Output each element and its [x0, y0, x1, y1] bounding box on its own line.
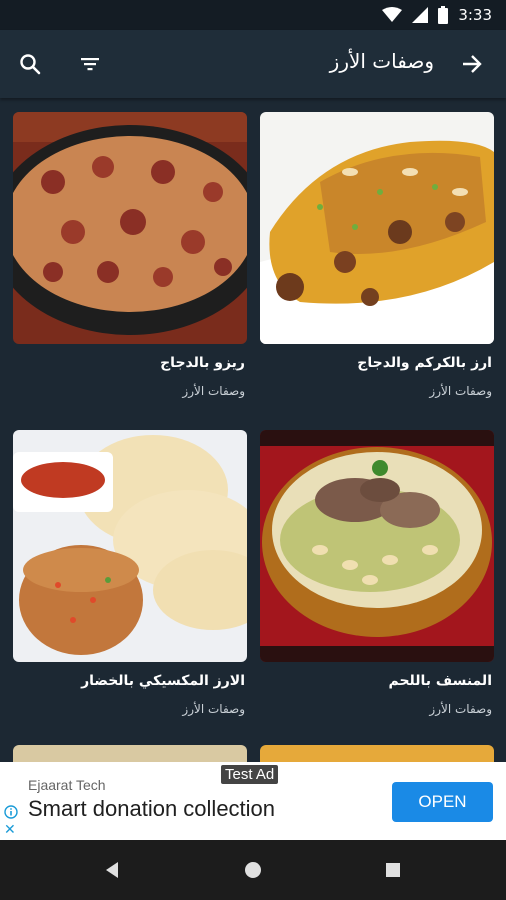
search-button[interactable]	[14, 48, 46, 80]
recipe-category: وصفات الأرز	[182, 384, 245, 398]
ad-advertiser: Ejaarat Tech	[28, 777, 106, 793]
status-icons: 3:33	[382, 5, 492, 25]
ad-headline: Smart donation collection	[28, 796, 276, 821]
recipe-title: الارز المكسيكي بالخضار	[81, 673, 245, 689]
recipe-title: المنسف باللحم	[388, 673, 492, 689]
battery-icon	[438, 6, 449, 24]
wifi-icon	[382, 7, 403, 22]
filter-icon	[81, 58, 99, 71]
circle-home-icon	[245, 862, 261, 878]
search-icon	[20, 54, 41, 75]
mansaf-meat-photo	[260, 430, 494, 662]
mexican-rice-vegetables-photo	[13, 430, 247, 662]
recipe-card[interactable]: ريزو بالدجاج وصفات الأرز	[13, 112, 247, 398]
recipe-category: وصفات الأرز	[429, 702, 492, 716]
app-bar: وصفات الأرز	[0, 30, 506, 98]
triangle-back-icon	[106, 862, 118, 878]
turmeric-rice-chicken-photo	[260, 112, 494, 344]
page-title: وصفات الأرز	[329, 49, 434, 73]
filter-button[interactable]	[74, 48, 106, 80]
status-bar: 3:33	[0, 0, 506, 30]
recipe-card[interactable]: الارز المكسيكي بالخضار وصفات الأرز	[13, 430, 247, 716]
nav-recents-button[interactable]	[381, 858, 405, 882]
recipe-category: وصفات الأرز	[182, 702, 245, 716]
open-button[interactable]: OPEN	[392, 782, 493, 822]
info-icon[interactable]	[4, 805, 18, 819]
cellular-signal-icon	[412, 7, 429, 23]
chicken-risotto-photo	[13, 112, 247, 344]
nav-home-button[interactable]	[241, 858, 265, 882]
recipe-title: ريزو بالدجاج	[160, 355, 245, 371]
square-recents-icon	[386, 863, 400, 877]
test-ad-badge: Test Ad	[221, 765, 279, 784]
back-button[interactable]	[456, 48, 488, 80]
recipe-category: وصفات الأرز	[429, 384, 492, 398]
arrow-right-icon	[463, 55, 482, 73]
recipe-title: ارز بالكركم والدجاج	[357, 355, 492, 371]
navigation-bar	[0, 840, 506, 900]
close-icon[interactable]: ✕	[4, 822, 16, 836]
nav-back-button[interactable]	[100, 858, 124, 882]
recipe-card[interactable]: المنسف باللحم وصفات الأرز	[260, 430, 494, 716]
recipe-card[interactable]: ارز بالكركم والدجاج وصفات الأرز	[260, 112, 494, 398]
status-time: 3:33	[458, 6, 492, 24]
